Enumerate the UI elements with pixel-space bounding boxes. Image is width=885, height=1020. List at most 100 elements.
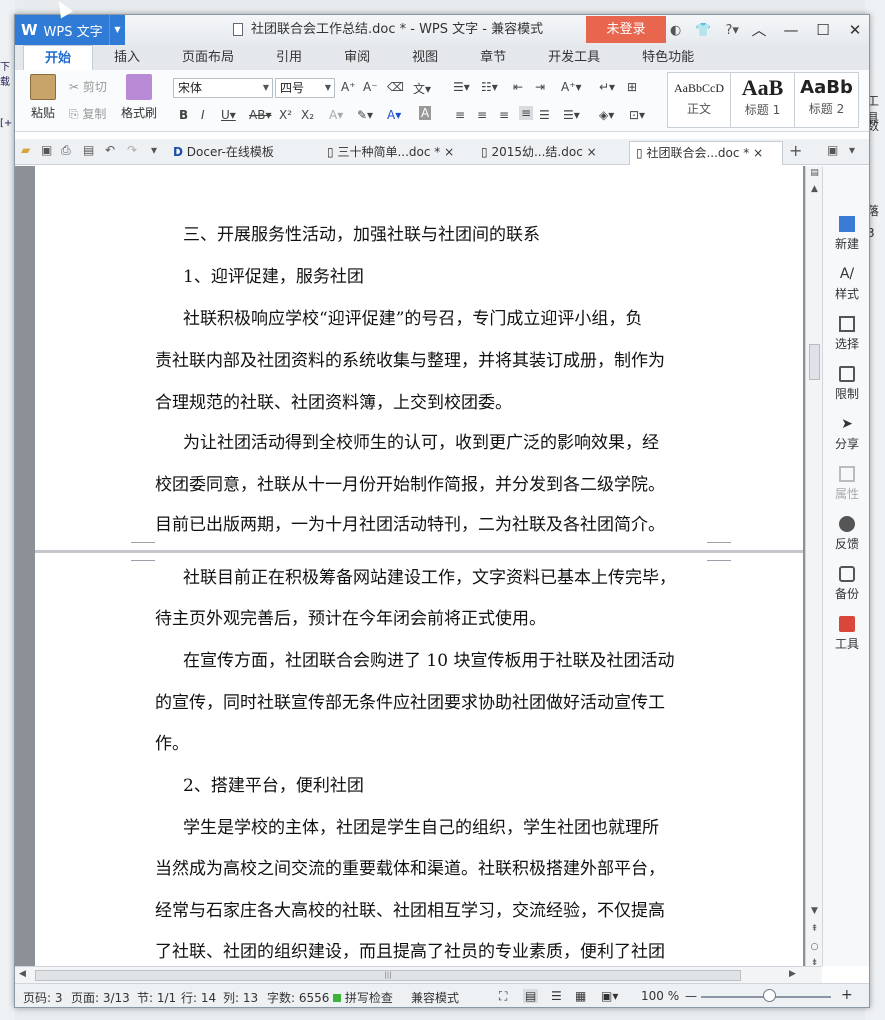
- app-menu-button[interactable]: W WPS 文字 ▼: [15, 15, 125, 45]
- read-mode-icon[interactable]: ▣▾: [601, 989, 618, 1003]
- zoom-slider-handle[interactable]: [763, 989, 776, 1002]
- vertical-scrollbar[interactable]: ▤ ▲ ▼ ⇞ ○ ⇟: [805, 166, 823, 968]
- document-editor[interactable]: 三、开展服务性活动，加强社联与社团间的联系 1、迎评促建，服务社团 社联积极响应…: [15, 166, 805, 966]
- tab-features[interactable]: 特色功能: [621, 45, 715, 70]
- maximize-button[interactable]: ☐: [807, 15, 839, 45]
- tab-page-layout[interactable]: 页面布局: [161, 45, 255, 70]
- task-backup[interactable]: 备份: [823, 566, 869, 602]
- font-size-select[interactable]: 四号 ▼: [275, 78, 335, 98]
- bullet-list-icon[interactable]: ☰▾: [453, 80, 470, 94]
- document-page[interactable]: 社联目前正在积极筹备网站建设工作，文字资料已基本上传完毕， 待主页外观完善后，预…: [35, 553, 803, 966]
- align-left-icon[interactable]: ≡: [455, 108, 465, 122]
- font-name-select[interactable]: 宋体 ▼: [173, 78, 273, 98]
- chevron-down-icon[interactable]: ▼: [109, 15, 125, 45]
- chinese-layout-icon[interactable]: A⁺▾: [561, 80, 582, 94]
- task-style[interactable]: A/ 样式: [823, 266, 869, 302]
- text-effect-icon[interactable]: A▾: [329, 108, 343, 122]
- line-spacing-icon[interactable]: ☰▾: [563, 108, 580, 122]
- close-tab-icon[interactable]: ×: [753, 146, 763, 160]
- shading-icon[interactable]: ◈▾: [599, 108, 614, 122]
- task-select[interactable]: 选择: [823, 316, 869, 352]
- close-button[interactable]: ✕: [839, 15, 869, 45]
- tab-menu-icon[interactable]: ▾: [849, 143, 855, 157]
- word-count[interactable]: 字数: 6556: [267, 989, 329, 1006]
- document-page[interactable]: 三、开展服务性活动，加强社联与社团间的联系 1、迎评促建，服务社团 社联积极响应…: [35, 166, 803, 550]
- align-right-icon[interactable]: ≡: [499, 108, 509, 122]
- char-shading-icon[interactable]: A: [419, 106, 432, 120]
- borders-icon[interactable]: ⊡▾: [629, 108, 645, 122]
- page-code[interactable]: 页码: 3: [23, 989, 63, 1006]
- open-icon[interactable]: ▰: [21, 143, 30, 157]
- print-preview-icon[interactable]: ▤: [83, 143, 94, 157]
- tab-chapter[interactable]: 章节: [459, 45, 527, 70]
- minimize-button[interactable]: —: [775, 15, 807, 45]
- superscript-icon[interactable]: X²: [279, 108, 292, 122]
- strikethrough-icon[interactable]: AB▾: [249, 108, 271, 122]
- copy-button[interactable]: ⎘ 复制: [69, 105, 106, 122]
- tab-developer[interactable]: 开发工具: [527, 45, 621, 70]
- distributed-icon[interactable]: ☰: [539, 108, 550, 122]
- spell-check-toggle[interactable]: 拼写检查: [333, 989, 393, 1006]
- scroll-right-icon[interactable]: ▶: [789, 969, 796, 979]
- underline-icon[interactable]: U▾: [221, 108, 236, 122]
- close-tab-icon[interactable]: ×: [444, 145, 454, 159]
- paste-button[interactable]: 粘贴: [23, 74, 63, 121]
- help-icon[interactable]: ?▾: [726, 23, 739, 38]
- web-view-icon[interactable]: ▦: [575, 989, 586, 1003]
- previous-page-icon[interactable]: ⇞: [806, 924, 823, 934]
- page-count[interactable]: 页面: 3/13: [71, 989, 130, 1006]
- highlight-icon[interactable]: ✎▾: [357, 108, 373, 122]
- tab-home[interactable]: 开始: [23, 45, 94, 70]
- scroll-up-icon[interactable]: ▲: [806, 184, 823, 194]
- tab-view[interactable]: 视图: [391, 45, 459, 70]
- tab-list-icon[interactable]: ▣: [827, 143, 838, 157]
- task-feedback[interactable]: 反馈: [823, 516, 869, 552]
- phonetic-icon[interactable]: 文▾: [413, 80, 431, 97]
- doc-tab-2[interactable]: ▯ 三十种简单...doc * ×: [323, 141, 471, 165]
- select-browse-icon[interactable]: ○: [806, 942, 823, 952]
- grow-font-icon[interactable]: A⁺: [341, 80, 356, 94]
- new-tab-icon[interactable]: +: [789, 141, 802, 160]
- doc-tab-active[interactable]: ▯ 社团联合会...doc * ×: [629, 141, 783, 165]
- close-tab-icon[interactable]: ×: [587, 145, 597, 159]
- redo-icon[interactable]: ↷: [127, 143, 137, 157]
- task-share[interactable]: ➤ 分享: [823, 416, 869, 452]
- save-icon[interactable]: ▣: [41, 143, 52, 157]
- style-heading-2[interactable]: AaBb 标题 2: [795, 72, 859, 128]
- scroll-thumb[interactable]: |||: [35, 970, 741, 981]
- font-color-icon[interactable]: A▾: [387, 108, 401, 122]
- skin-icon[interactable]: 👕: [695, 23, 711, 38]
- doc-tab-docer[interactable]: D Docer-在线模板: [169, 141, 317, 165]
- task-toolbox[interactable]: 工具: [823, 616, 869, 652]
- outline-view-icon[interactable]: ☰: [551, 989, 562, 1003]
- scroll-thumb[interactable]: [809, 344, 820, 380]
- clear-format-icon[interactable]: ⌫: [387, 80, 404, 94]
- style-normal[interactable]: AaBbCcD 正文: [667, 72, 731, 128]
- table-icon[interactable]: ⊞: [627, 80, 637, 94]
- shrink-font-icon[interactable]: A⁻: [363, 80, 378, 94]
- bold-icon[interactable]: B: [179, 108, 188, 122]
- doc-tab-3[interactable]: ▯ 2015幼...结.doc ×: [477, 141, 627, 165]
- decrease-indent-icon[interactable]: ⇤: [513, 80, 523, 94]
- subscript-icon[interactable]: X₂: [301, 108, 314, 122]
- zoom-level[interactable]: 100 %: [641, 989, 679, 1003]
- scroll-left-icon[interactable]: ◀: [19, 969, 26, 979]
- cut-button[interactable]: ✂ 剪切: [69, 78, 107, 95]
- undo-icon[interactable]: ↶: [105, 143, 115, 157]
- page-view-icon[interactable]: ▤: [523, 989, 539, 1003]
- numbered-list-icon[interactable]: ☷▾: [481, 80, 498, 94]
- tab-review[interactable]: 审阅: [323, 45, 391, 70]
- horizontal-scrollbar[interactable]: ◀ ||| ▶: [15, 966, 822, 983]
- zoom-out-icon[interactable]: —: [685, 989, 697, 1003]
- tab-references[interactable]: 引用: [255, 45, 323, 70]
- align-center-icon[interactable]: ≡: [477, 108, 487, 122]
- justify-icon[interactable]: ≡: [519, 106, 534, 120]
- print-icon[interactable]: ⎙: [61, 143, 71, 158]
- zoom-in-icon[interactable]: +: [841, 987, 853, 1003]
- feedback-icon[interactable]: ◐: [670, 23, 681, 38]
- scroll-down-icon[interactable]: ▼: [806, 906, 823, 916]
- ruler-toggle-icon[interactable]: ▤: [806, 168, 823, 178]
- fullscreen-view-icon[interactable]: ⛶: [499, 989, 507, 1004]
- task-new[interactable]: 新建: [823, 216, 869, 252]
- increase-indent-icon[interactable]: ⇥: [535, 80, 545, 94]
